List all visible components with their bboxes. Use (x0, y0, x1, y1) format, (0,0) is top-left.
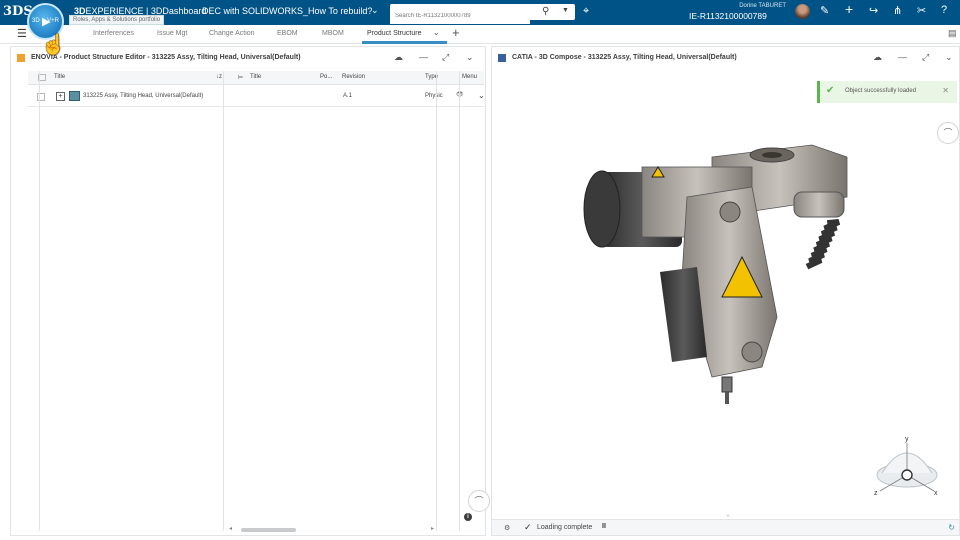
forward-icon[interactable]: ↪ (869, 4, 878, 17)
column-header-title-2[interactable]: Title (250, 74, 261, 80)
user-id[interactable]: IE-R1132100000789 (689, 11, 767, 21)
catia-app-icon (498, 54, 506, 62)
pause-icon[interactable]: II (602, 523, 606, 530)
toast-message: Object successfully loaded (845, 88, 917, 94)
axis-y-label: y (905, 436, 909, 443)
compass-v-label: V+R (47, 18, 59, 24)
avatar[interactable] (795, 4, 810, 19)
pointer-hand-icon: ☝ (41, 34, 66, 56)
row-menu-chevron-icon[interactable]: ⌄ (478, 91, 485, 100)
compass-tooltip: Roles, Apps & Solutions portfolio (69, 15, 165, 25)
tab-change-action[interactable]: Change Action (209, 30, 255, 37)
row-type: Physic (425, 93, 443, 99)
maximize-icon[interactable]: ⤢ (442, 52, 449, 63)
tab-chevron-down-icon[interactable]: ⌄ (433, 28, 440, 37)
status-text: Loading complete (537, 524, 593, 531)
expand-toolbar-chevron-icon[interactable]: ⌃ (725, 514, 731, 522)
minimize-icon[interactable]: — (419, 52, 428, 62)
tab-product-structure[interactable]: Product Structure (367, 30, 421, 37)
panel-header: CATIA - 3D Compose - 313225 Assy, Tiltin… (492, 47, 959, 69)
help-icon[interactable]: ? (941, 4, 947, 16)
tree-icon: ⊨ (238, 75, 244, 81)
spring-damper (793, 191, 845, 270)
tag-icon[interactable]: ⌖ (583, 5, 589, 18)
panel-chevron-down-icon[interactable]: ⌄ (466, 52, 474, 63)
refresh-icon[interactable]: ↻ (948, 523, 955, 532)
cloud-icon[interactable]: ☁ (394, 52, 403, 63)
scroll-left-icon[interactable]: ◂ (229, 525, 232, 532)
maximize-icon[interactable]: ⤢ (922, 52, 929, 63)
scroll-right-icon[interactable]: ▸ (431, 525, 434, 532)
horizontal-scrollbar[interactable]: ◂ ▸ (229, 525, 434, 532)
tab-interferences[interactable]: Interferences (93, 30, 134, 37)
tab-issue-mgt[interactable]: Issue Mgt (157, 30, 187, 37)
settings-icon[interactable]: ⚙ (504, 524, 510, 532)
assembly-icon (69, 91, 80, 101)
minimize-icon[interactable]: — (898, 52, 907, 62)
add-tab-icon[interactable]: + (452, 25, 460, 40)
product-structure-panel: ENOVIA - Product Structure Editor - 3132… (10, 46, 490, 536)
check-icon: ✓ (524, 522, 532, 532)
dashboard-chevron-down-icon[interactable]: ⌄ (371, 5, 379, 16)
tools-icon[interactable]: ✂ (917, 4, 926, 17)
compass-3d-label: 3D (32, 18, 40, 24)
search-icon[interactable]: ⚲ (542, 6, 549, 17)
plus-icon[interactable]: + (845, 1, 853, 17)
panel-chevron-down-icon[interactable]: ⌄ (945, 52, 953, 63)
search-options-chevron-icon[interactable]: ▼ (562, 7, 569, 14)
panel-title: CATIA - 3D Compose - 313225 Assy, Tiltin… (512, 54, 737, 61)
menu-icon[interactable]: ☰ (17, 27, 27, 40)
row-title[interactable]: 313225 Assy, Tilting Head, Universal(Def… (83, 93, 203, 99)
scrollbar-thumb[interactable] (241, 528, 296, 532)
share-icon[interactable]: ✎ (820, 4, 829, 17)
axis-z-label: z (874, 490, 878, 497)
3d-model-viewport[interactable] (572, 127, 872, 427)
tab-mbom[interactable]: MBOM (322, 30, 344, 37)
column-header-title[interactable]: Title (54, 74, 65, 80)
close-icon[interactable]: ✕ (942, 86, 949, 95)
dashboard-name[interactable]: DEC with SOLIDWORKS_How To rebuild? (202, 6, 372, 16)
status-bar: ⌃ ⚙ ✓ Loading complete II ↻ (492, 515, 959, 535)
network-icon[interactable]: ⋔ (893, 4, 902, 17)
top-bar: 3DS 3D ▶ V+R ☝ Roles, Apps & Solutions p… (0, 0, 960, 56)
check-icon: ✔ (826, 85, 835, 96)
chat-icon[interactable]: ▤ (948, 28, 957, 39)
panel-header: ENOVIA - Product Structure Editor - 3132… (11, 47, 485, 69)
assistant-robot-icon[interactable]: ⌒ (468, 490, 490, 512)
info-icon[interactable]: i (464, 513, 472, 521)
tab-bar: ☰ Interferences Issue Mgt Change Action … (0, 25, 960, 44)
sort-icon[interactable]: ↓z (216, 74, 222, 80)
cloud-icon[interactable]: ☁ (873, 52, 882, 63)
assistant-robot-icon[interactable]: ⌒ (937, 122, 959, 144)
axis-x-label: x (934, 490, 938, 497)
enovia-app-icon (17, 54, 25, 62)
probe-tip (721, 376, 733, 404)
success-toast: ✔ Object successfully loaded ✕ (817, 81, 957, 103)
row-revision: A.1 (343, 93, 353, 99)
column-header-menu[interactable]: Menu (462, 74, 477, 80)
tab-ebom[interactable]: EBOM (277, 30, 298, 37)
column-divider (459, 71, 460, 531)
table-row[interactable]: + 313225 Assy, Tilting Head, Universal(D… (28, 87, 485, 107)
grid-header: Title ↓z ⊨ Title Po... Revision Type Men… (28, 71, 484, 85)
column-divider (39, 71, 40, 531)
column-divider (436, 71, 437, 531)
user-name: Dorine TABURET (739, 3, 786, 9)
active-tab-indicator (362, 41, 447, 44)
column-divider (223, 71, 224, 531)
search-box: ⚲ ▼ (390, 4, 575, 24)
expand-toggle[interactable]: + (56, 92, 65, 101)
column-header-position[interactable]: Po... (320, 74, 332, 80)
search-input[interactable] (390, 8, 530, 24)
3d-compose-panel: CATIA - 3D Compose - 313225 Assy, Tiltin… (491, 46, 960, 536)
panel-title: ENOVIA - Product Structure Editor - 3132… (31, 54, 301, 61)
column-header-revision[interactable]: Revision (342, 74, 365, 80)
view-compass[interactable]: y z x (872, 433, 942, 499)
